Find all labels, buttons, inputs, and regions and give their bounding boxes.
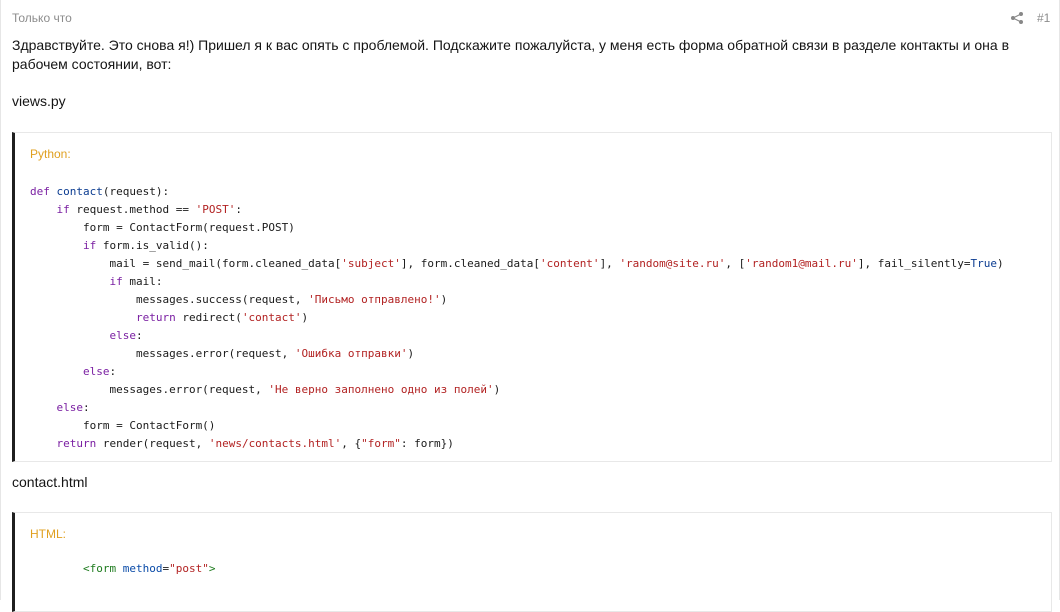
post-header: Только что #1 <box>1 0 1060 36</box>
post-body: Здравствуйте. Это снова я!) Пришел я к в… <box>12 36 1052 612</box>
code-token: "post" <box>169 562 209 575</box>
post-intro-text: Здравствуйте. Это снова я!) Пришел я к в… <box>12 37 1013 72</box>
code-token: request.method == <box>76 203 196 216</box>
code-line: if mail: <box>30 273 1004 291</box>
post-number-link[interactable]: #1 <box>1037 11 1050 25</box>
share-icon[interactable] <box>1010 11 1024 25</box>
forum-post: Только что #1 Здравствуйте. Это снова я!… <box>0 0 1060 612</box>
code-token: mail = send_mail(form.cleaned_data[ <box>30 257 342 270</box>
code-token: render(request, <box>102 437 209 450</box>
code-line: mail = send_mail(form.cleaned_data['subj… <box>30 255 1004 273</box>
code-token: 'content' <box>539 257 600 270</box>
code-token: 'random1@mail.ru' <box>745 257 858 270</box>
code-line: messages.error(request, 'Ошибка отправки… <box>30 345 1004 363</box>
code-line: form = ContactForm(request.POST) <box>30 219 1004 237</box>
code-token: form = ContactForm() <box>30 419 216 432</box>
code-line: else: <box>30 363 1004 381</box>
code-line: <form method="post"> <box>30 560 216 578</box>
code-token: 'subject' <box>341 257 401 270</box>
code-token: : <box>109 365 117 378</box>
file-label-views: views.py <box>12 93 66 109</box>
code-token: ) <box>493 383 501 396</box>
code-token: else <box>82 365 110 378</box>
code-token: "form" <box>361 437 401 450</box>
code-content: def contact(request): if request.method … <box>30 183 1004 453</box>
code-token: : <box>83 401 90 414</box>
code-language-label: Python: <box>30 147 71 161</box>
code-token: redirect( <box>182 311 242 324</box>
code-token: ], fail_silently= <box>857 257 971 270</box>
code-token: True <box>970 257 997 270</box>
post-timestamp: Только что <box>12 11 72 25</box>
code-line: else: <box>30 327 1004 345</box>
code-token: def <box>30 185 57 198</box>
code-token: , [ <box>725 257 746 270</box>
code-token: if <box>82 239 103 252</box>
code-content: <form method="post"> <box>30 560 216 578</box>
code-token: if <box>56 203 77 216</box>
code-token: 'random@site.ru' <box>619 257 726 270</box>
code-token: ], <box>599 257 620 270</box>
code-token: if <box>109 275 130 288</box>
code-token: messages.error(request, <box>30 347 295 360</box>
code-token: ) <box>996 257 1004 270</box>
code-token: 'POST' <box>195 203 236 216</box>
code-token: else <box>109 329 136 342</box>
code-line: def contact(request): <box>30 183 1004 201</box>
code-token: 'contact' <box>241 311 302 324</box>
code-token: 'news/contacts.html' <box>208 437 342 450</box>
code-line: return render(request, 'news/contacts.ht… <box>30 435 1004 453</box>
code-token: ) <box>301 311 309 324</box>
code-token: (request): <box>102 185 170 198</box>
code-line: else: <box>30 399 1004 417</box>
code-token: > <box>208 562 216 575</box>
code-token: ) <box>407 347 415 360</box>
code-token: ], form.cleaned_data[ <box>400 257 540 270</box>
code-token: 'Не верно заполнено одно из полей' <box>268 383 494 396</box>
code-line: if request.method == 'POST': <box>30 201 1004 219</box>
code-token: messages.success(request, <box>30 293 309 306</box>
code-token: form = ContactForm(request.POST) <box>30 221 295 234</box>
code-token: return <box>135 311 183 324</box>
code-token: messages.error(request, <box>30 383 269 396</box>
code-token: , { <box>341 437 362 450</box>
code-token: form.is_valid(): <box>102 239 209 252</box>
file-label-contact: contact.html <box>12 474 88 490</box>
code-token: 'Письмо отправлено!' <box>308 293 441 306</box>
code-token: contact <box>56 185 103 198</box>
code-token: : <box>135 329 143 342</box>
code-token: mail: <box>129 275 163 288</box>
code-line: return redirect('contact') <box>30 309 1004 327</box>
code-token: else <box>56 401 84 414</box>
code-language-label: HTML: <box>30 527 66 541</box>
code-line: messages.success(request, 'Письмо отправ… <box>30 291 1004 309</box>
code-token: ) <box>440 293 448 306</box>
code-line: if form.is_valid(): <box>30 237 1004 255</box>
code-token: method <box>122 562 163 575</box>
code-line: messages.error(request, 'Не верно заполн… <box>30 381 1004 399</box>
code-block-python: Python: def contact(request): if request… <box>12 132 1052 462</box>
code-token: return <box>56 437 103 450</box>
code-token: <form <box>82 562 123 575</box>
code-line: form = ContactForm() <box>30 417 1004 435</box>
code-block-html: HTML: <form method="post"> <box>12 512 1052 612</box>
code-token: : <box>235 203 242 216</box>
code-token: : form}) <box>400 437 454 450</box>
code-token: 'Ошибка отправки' <box>294 347 408 360</box>
